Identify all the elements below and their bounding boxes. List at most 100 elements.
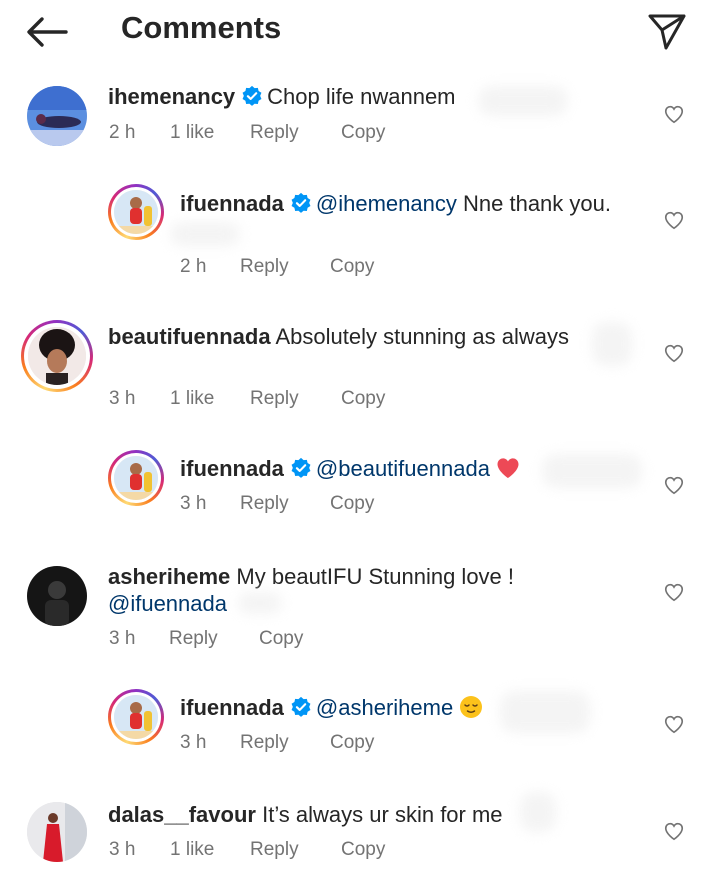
comment-meta: 3 h Reply Copy <box>180 493 420 519</box>
username[interactable]: ifuennada <box>180 191 284 216</box>
reply-button[interactable]: Reply <box>250 388 299 410</box>
reply-button[interactable]: Reply <box>250 122 299 144</box>
comment-text-line: ifuennada @ihemenancy Nne thank you. <box>180 190 611 218</box>
timestamp: 3 h <box>109 388 136 409</box>
comment-text-line: asheriheme My beautIFU Stunning love ! <box>108 563 514 591</box>
reply-button[interactable]: Reply <box>240 732 289 754</box>
reply-ifuennada-1: ifuennada @ihemenancy Nne thank you. 2 h … <box>0 184 720 284</box>
blurred-region <box>520 792 556 832</box>
blurred-region <box>592 322 632 366</box>
mention-link[interactable]: @beautifuennada <box>316 456 490 481</box>
mention-link[interactable]: @ihemenancy <box>316 191 457 216</box>
comment-body: It’s always ur skin for me <box>262 802 503 827</box>
comment-beautifuennada: beautifuennada Absolutely stunning as al… <box>0 320 720 420</box>
heart-icon[interactable] <box>663 820 685 842</box>
blurred-region <box>170 222 240 246</box>
relieved-face-emoji <box>460 696 483 718</box>
header-bar: Comments <box>0 0 720 62</box>
story-ring[interactable] <box>108 184 164 240</box>
timestamp: 3 h <box>180 732 207 753</box>
story-ring[interactable] <box>108 450 164 506</box>
comment-text-line: dalas__favour It’s always ur skin for me <box>108 801 503 829</box>
avatar[interactable] <box>27 566 87 626</box>
comment-text-line: ifuennada @beautifuennada <box>180 455 520 483</box>
timestamp: 3 h <box>109 628 136 649</box>
timestamp: 2 h <box>180 256 207 277</box>
comment-meta: 3 h Reply Copy <box>180 732 420 758</box>
arrow-left-icon[interactable] <box>24 14 68 50</box>
heart-icon[interactable] <box>663 342 685 364</box>
copy-button[interactable]: Copy <box>330 493 374 515</box>
mention-link[interactable]: @asheriheme <box>316 695 453 720</box>
username[interactable]: beautifuennada <box>108 324 271 349</box>
comment-text-line: ihemenancy Chop life nwannem <box>108 83 456 111</box>
avatar[interactable] <box>27 802 87 862</box>
copy-button[interactable]: Copy <box>330 732 374 754</box>
avatar-image <box>27 86 87 146</box>
likes-count[interactable]: 1 like <box>170 388 214 410</box>
likes-count[interactable]: 1 like <box>170 839 214 861</box>
blurred-region <box>238 592 282 614</box>
comment-dalas-favour: dalas__favour It’s always ur skin for me… <box>0 792 720 880</box>
comment-text-line: beautifuennada Absolutely stunning as al… <box>108 323 569 351</box>
username[interactable]: ihemenancy <box>108 84 235 109</box>
timestamp: 3 h <box>109 839 136 860</box>
heart-icon[interactable] <box>663 209 685 231</box>
comment-text-line-2: @ifuennada <box>108 590 227 618</box>
reply-ifuennada-2: ifuennada @beautifuennada 3 h Reply Copy <box>0 450 720 530</box>
blurred-region <box>542 454 642 488</box>
comment-body: Nne thank you. <box>463 191 611 216</box>
blurred-region <box>478 86 568 116</box>
reply-ifuennada-3: ifuennada @asheriheme 3 h Reply Copy <box>0 689 720 769</box>
reply-button[interactable]: Reply <box>250 839 299 861</box>
username[interactable]: dalas__favour <box>108 802 256 827</box>
verified-badge-icon <box>291 192 311 213</box>
avatar[interactable] <box>27 86 87 146</box>
copy-button[interactable]: Copy <box>259 628 303 650</box>
comment-body: Absolutely stunning as always <box>275 324 569 349</box>
timestamp: 2 h <box>109 122 136 143</box>
paper-plane-icon[interactable] <box>646 10 688 52</box>
blurred-region <box>500 691 590 733</box>
comment-meta: 3 h 1 like Reply Copy <box>109 839 409 865</box>
verified-badge-icon <box>291 696 311 717</box>
avatar-image <box>27 566 87 626</box>
verified-badge-icon <box>291 457 311 478</box>
avatar <box>114 190 158 234</box>
comment-meta: 2 h 1 like Reply Copy <box>109 122 409 148</box>
comment-body: Chop life nwannem <box>267 84 456 109</box>
verified-badge-icon <box>242 85 262 106</box>
comment-asheriheme: asheriheme My beautIFU Stunning love ! @… <box>0 560 720 660</box>
copy-button[interactable]: Copy <box>341 388 385 410</box>
mention-link[interactable]: @ifuennada <box>108 591 227 616</box>
username[interactable]: ifuennada <box>180 456 284 481</box>
comment-ihemenancy: ihemenancy Chop life nwannem 2 h 1 like R… <box>0 80 720 170</box>
username[interactable]: ifuennada <box>180 695 284 720</box>
reply-button[interactable]: Reply <box>240 256 289 278</box>
copy-button[interactable]: Copy <box>341 122 385 144</box>
red-heart-emoji <box>497 458 519 478</box>
avatar-image <box>114 695 158 739</box>
reply-button[interactable]: Reply <box>169 628 218 650</box>
story-ring[interactable] <box>108 689 164 745</box>
likes-count[interactable]: 1 like <box>170 122 214 144</box>
avatar-image <box>27 802 87 862</box>
avatar-image <box>114 456 158 500</box>
reply-button[interactable]: Reply <box>240 493 289 515</box>
story-ring[interactable] <box>21 320 93 392</box>
avatar <box>114 695 158 739</box>
avatar-image <box>28 327 86 385</box>
heart-icon[interactable] <box>663 474 685 496</box>
avatar <box>114 456 158 500</box>
heart-icon[interactable] <box>663 103 685 125</box>
heart-icon[interactable] <box>663 713 685 735</box>
comment-text-line: ifuennada @asheriheme <box>180 694 483 722</box>
username[interactable]: asheriheme <box>108 564 230 589</box>
copy-button[interactable]: Copy <box>330 256 374 278</box>
comment-meta: 3 h 1 like Reply Copy <box>109 388 409 414</box>
copy-button[interactable]: Copy <box>341 839 385 861</box>
heart-icon[interactable] <box>663 581 685 603</box>
avatar-image <box>114 190 158 234</box>
page-title: Comments <box>121 10 282 45</box>
avatar <box>28 327 86 385</box>
